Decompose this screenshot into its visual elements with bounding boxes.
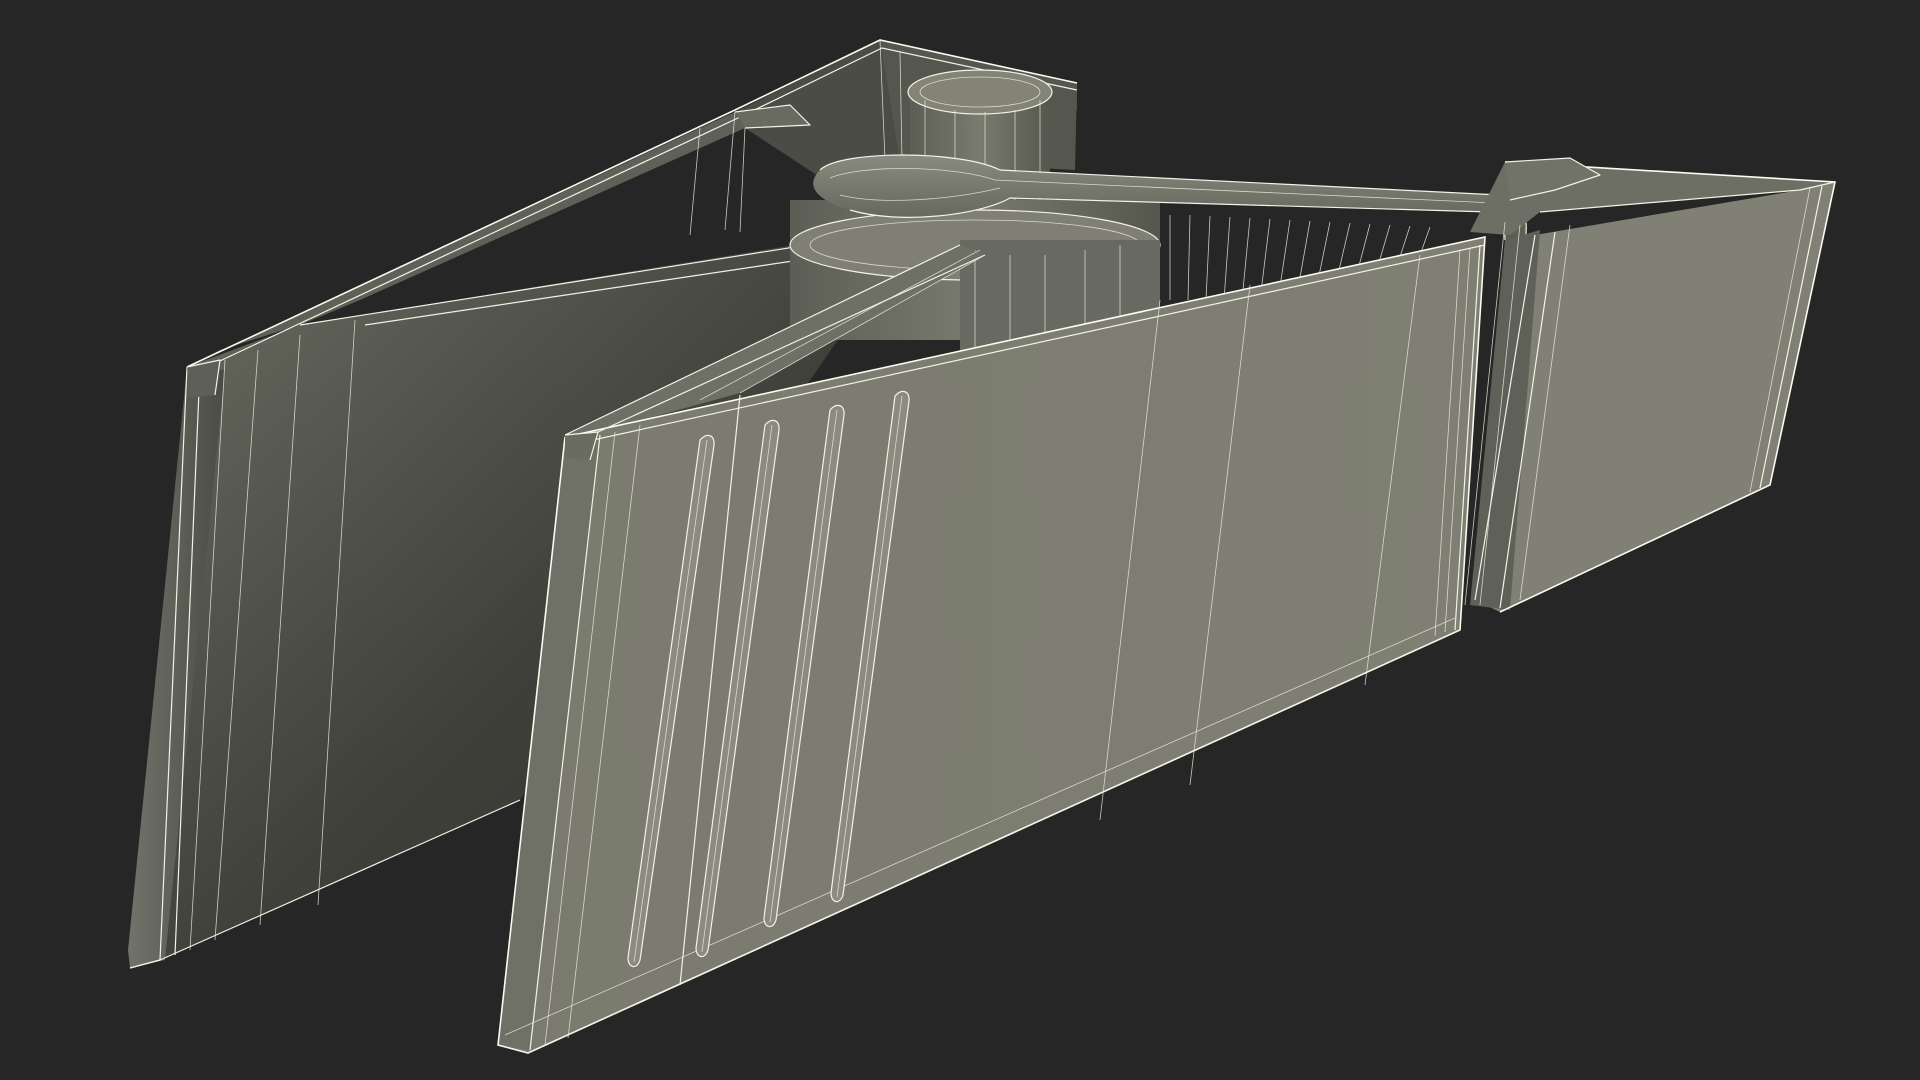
front-arm-jaw-block: [1464, 157, 1836, 613]
back-arm-tip-cap: [186, 359, 221, 398]
clothespin-render: [128, 39, 1836, 1054]
